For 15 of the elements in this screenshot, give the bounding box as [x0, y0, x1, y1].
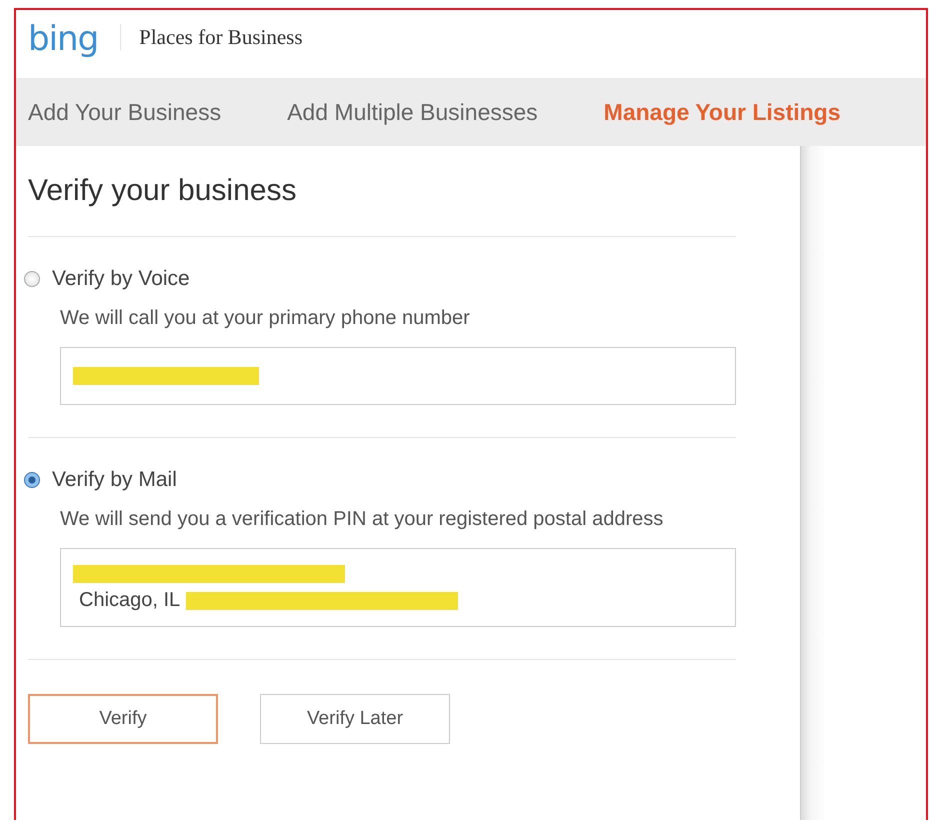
option-description: We will send you a verification PIN at your registered postal address [60, 507, 664, 532]
nav-tab[interactable]: Add Your Business [28, 98, 222, 126]
bing-logo[interactable]: bing [28, 22, 98, 56]
verify-button[interactable]: Verify [28, 694, 218, 744]
option-label: Verify by Voice [52, 267, 190, 291]
radio-button[interactable] [24, 472, 40, 488]
later-button[interactable]: Verify Later [260, 694, 450, 744]
option-description: We will call you at your primary phone number [60, 306, 471, 331]
nav-tab[interactable]: Manage Your Listings [604, 98, 841, 126]
radio-button[interactable] [24, 271, 40, 287]
page-heading: Verify your business [28, 174, 298, 208]
site-title: Places for Business [139, 24, 302, 50]
field-text: Chicago, IL [79, 589, 180, 612]
option-label: Verify by Mail [52, 468, 177, 492]
nav-tab[interactable]: Add Multiple Businesses [287, 98, 538, 126]
